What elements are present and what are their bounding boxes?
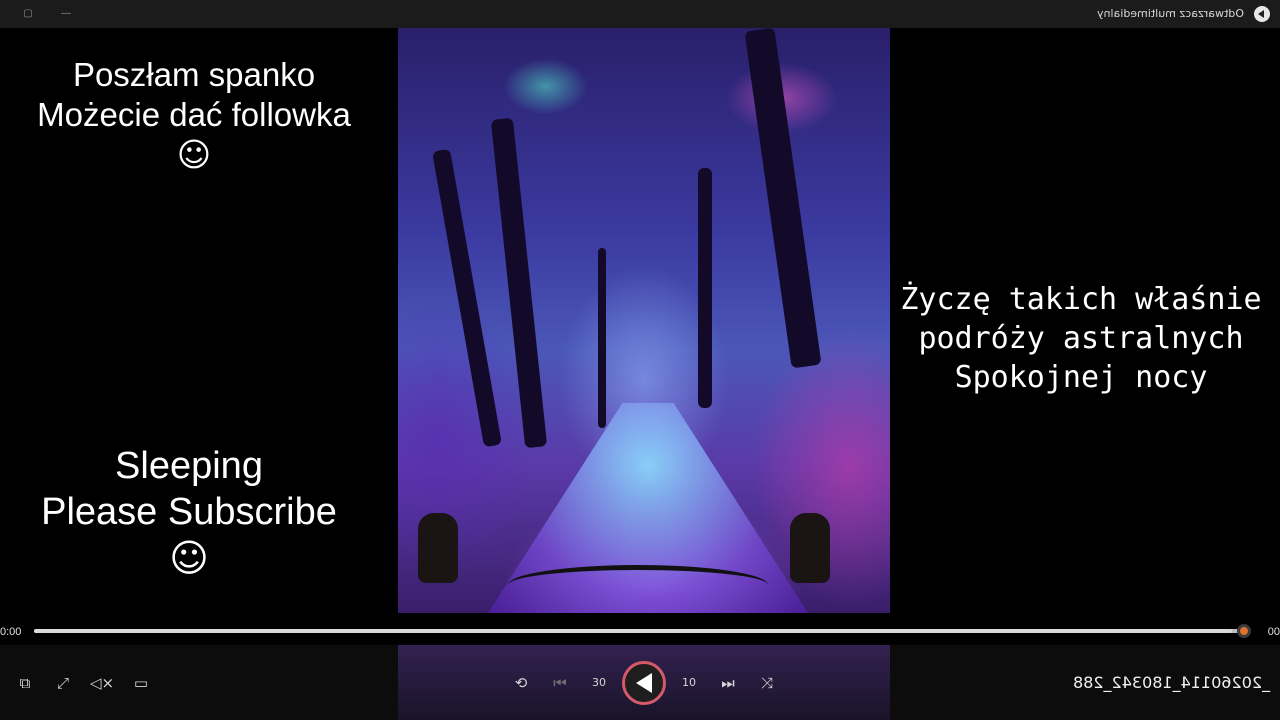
video-frame[interactable]	[398, 28, 890, 613]
tree-trunk	[432, 148, 502, 448]
total-time: 00	[1267, 626, 1280, 638]
previous-icon[interactable]: ⏮	[548, 671, 572, 695]
seek-bar[interactable]	[34, 629, 1244, 633]
caption-line: Poszłam spanko	[72, 56, 316, 93]
smile-emoji: ☺	[169, 536, 209, 580]
skip-back-seconds: 30	[592, 676, 606, 689]
caption-line: podróży astralnych	[918, 321, 1244, 356]
bicycle-handlebar	[508, 565, 768, 605]
caption-polish-right: Życzę takich właśnie podróży astralnych …	[892, 280, 1270, 397]
skip-back-icon[interactable]: 30	[587, 671, 611, 695]
next-icon[interactable]: ⏭	[716, 671, 740, 695]
fullscreen-icon[interactable]: ⤢	[51, 671, 75, 695]
app-title: Odtwarzacz multimedialny	[1097, 7, 1244, 20]
restore-window-icon[interactable]: ▢	[20, 6, 36, 22]
caption-line: Możecie dać followka	[37, 96, 351, 133]
play-button[interactable]	[622, 661, 666, 705]
caption-english-bottom-left: Sleeping Please Subscribe ☺	[0, 443, 378, 581]
caption-line: Sleeping	[115, 445, 263, 487]
elapsed-time: 0:00	[0, 626, 22, 638]
media-player-app-icon	[1254, 6, 1270, 22]
tree-trunk	[598, 248, 606, 428]
skip-forward-icon[interactable]: 10	[677, 671, 701, 695]
tree-trunk	[744, 28, 822, 369]
seek-bar-thumb[interactable]	[1237, 624, 1251, 638]
caption-line: Spokojnej nocy	[954, 360, 1208, 395]
title-bar: ▢ — Odtwarzacz multimedialny	[0, 0, 1280, 28]
caption-polish-top-left: Poszłam spanko Możecie dać followka ☺	[0, 55, 388, 175]
volume-icon[interactable]: ◁×	[90, 671, 114, 695]
control-bar: ⧉ ⤢ ◁× ▭ ⟲ ⏮ 30 10 ⏭ ⤨ _20260114_180342_…	[0, 645, 1280, 720]
smile-emoji: ☺	[176, 135, 212, 174]
skip-forward-seconds: 10	[682, 676, 696, 689]
tree-trunk	[490, 117, 548, 449]
caption-line: Życzę takich właśnie	[900, 282, 1262, 317]
file-name: _20260114_180342_288	[1072, 673, 1270, 692]
minimize-window-icon[interactable]: —	[58, 6, 74, 22]
shuffle-icon[interactable]: ⤨	[755, 671, 779, 695]
tree-trunk	[698, 168, 712, 408]
caption-line: Please Subscribe	[41, 491, 337, 533]
right-hand	[790, 513, 830, 583]
repeat-off-icon[interactable]: ⟲	[509, 671, 533, 695]
miniplayer-icon[interactable]: ⧉	[13, 671, 37, 695]
left-hand	[418, 513, 458, 583]
seek-bar-progress	[34, 629, 1232, 633]
captions-icon[interactable]: ▭	[129, 671, 153, 695]
